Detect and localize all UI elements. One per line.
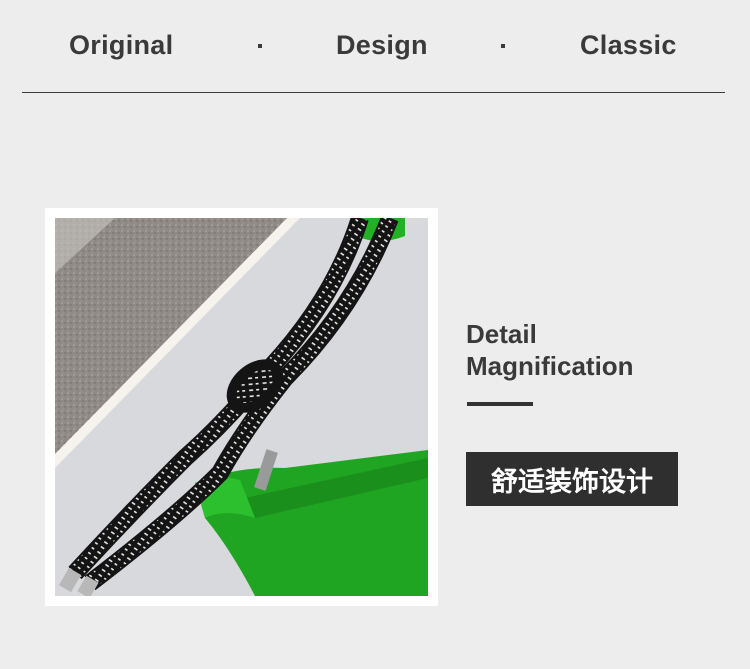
header-word-design: Design — [336, 30, 428, 60]
detail-title-line1: Detail — [466, 319, 537, 349]
header-separator-dot — [258, 44, 262, 48]
header-separator-dot — [501, 44, 505, 48]
header-word-original: Original — [69, 30, 174, 60]
product-detail-photo — [55, 218, 428, 596]
header-divider — [22, 92, 725, 93]
detail-title-line2: Magnification — [466, 351, 634, 381]
header-word-classic: Classic — [580, 30, 677, 60]
feature-badge: 舒适装饰设计 — [466, 452, 678, 506]
detail-underline — [467, 402, 533, 406]
feature-badge-label: 舒适装饰设计 — [491, 466, 653, 498]
product-photo-illustration — [55, 218, 428, 596]
detail-title: Detail Magnification — [466, 318, 634, 382]
header-bar: Original Design Classic — [0, 0, 750, 92]
